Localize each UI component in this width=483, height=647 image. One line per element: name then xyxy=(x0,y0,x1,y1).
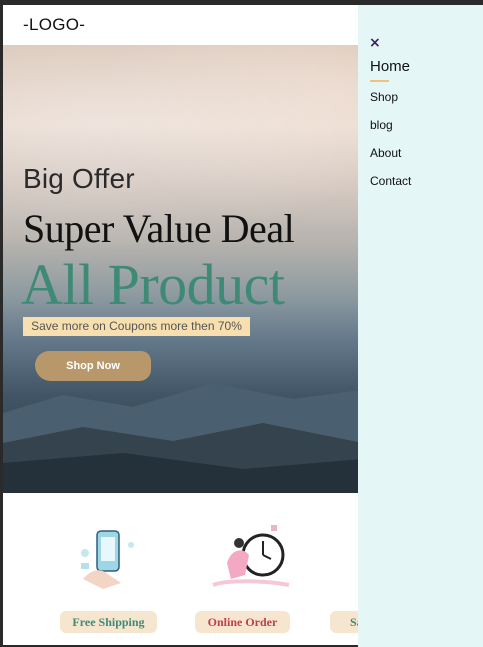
feature-free-shipping[interactable]: Free Shipping xyxy=(55,513,185,633)
coupon-banner: Save more on Coupons more then 70% xyxy=(23,317,250,336)
feature-online-order[interactable]: Online Order xyxy=(191,513,321,633)
feature-label: Free Shipping xyxy=(60,611,157,633)
hero-headline: Super Value Deal xyxy=(23,206,295,251)
side-navigation: × Home Shop blog About Contact xyxy=(358,5,483,647)
shop-now-button[interactable]: Shop Now xyxy=(35,351,151,381)
clock-order-icon xyxy=(212,525,290,587)
nav-item-shop[interactable]: Shop xyxy=(370,90,398,104)
close-icon[interactable]: × xyxy=(369,35,381,51)
feature-label: Online Order xyxy=(195,611,290,633)
phone-shipping-icon xyxy=(81,530,134,589)
active-underline xyxy=(370,80,389,82)
nav-item-about[interactable]: About xyxy=(370,146,401,160)
nav-item-home[interactable]: Home xyxy=(370,58,410,75)
nav-item-contact[interactable]: Contact xyxy=(370,174,411,188)
hero-kicker: Big Offer xyxy=(23,163,135,194)
hero-highlight: All Product xyxy=(21,252,285,317)
nav-item-blog[interactable]: blog xyxy=(370,118,393,132)
logo[interactable]: -LOGO- xyxy=(23,15,85,35)
